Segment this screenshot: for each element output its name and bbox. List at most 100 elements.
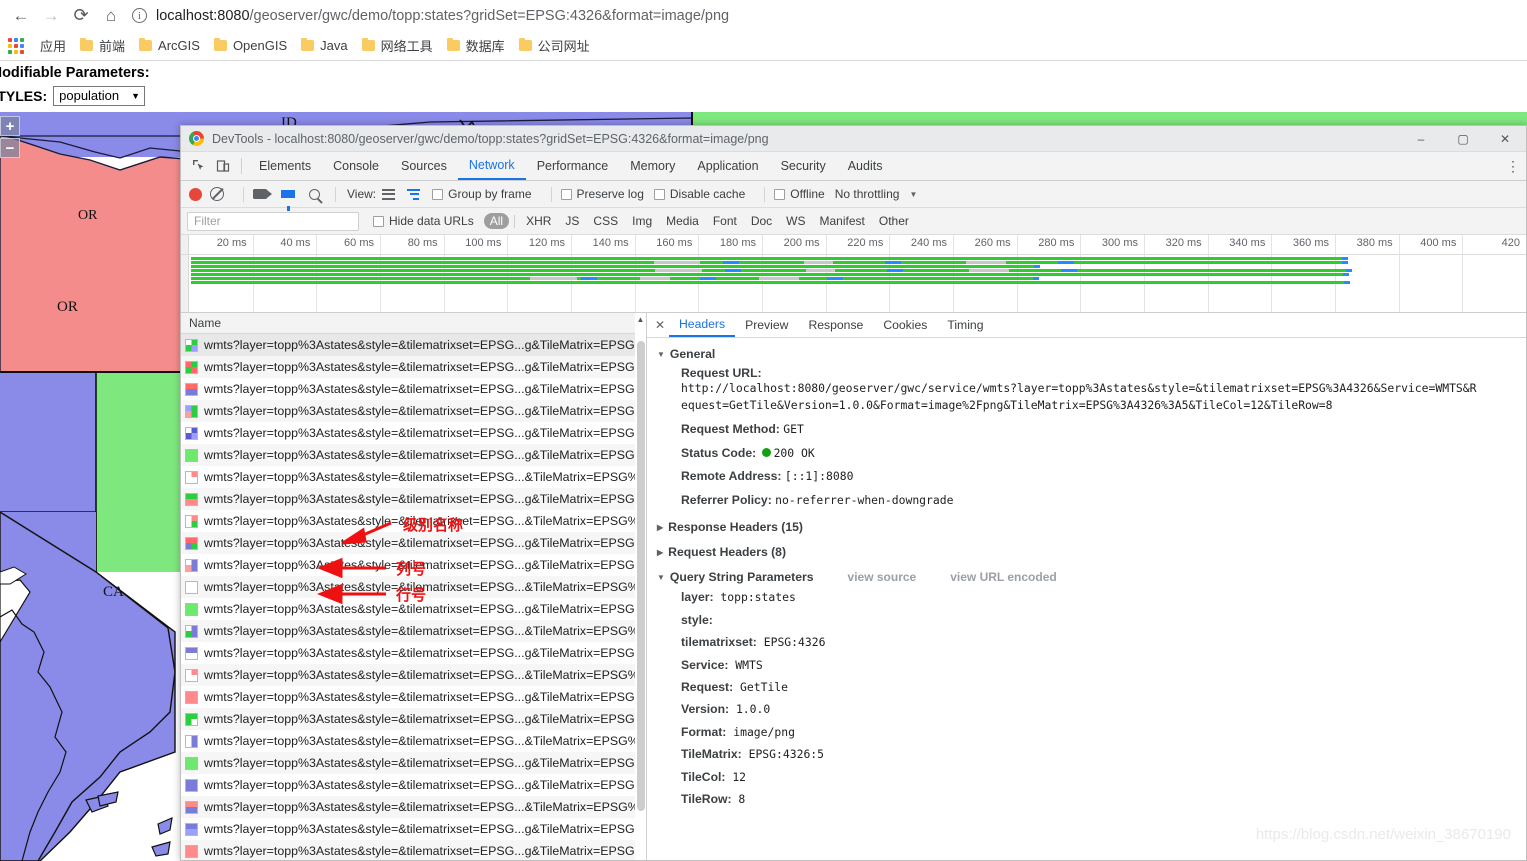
close-button[interactable]: ✕: [1484, 126, 1526, 152]
bookmark-apps[interactable]: 应用: [33, 34, 73, 58]
type-filter-js[interactable]: JS: [559, 213, 585, 229]
tab-sources[interactable]: Sources: [390, 152, 458, 180]
table-row[interactable]: wmts?layer=topp%3Astates&style=&tilematr…: [181, 730, 646, 752]
type-filter-ws[interactable]: WS: [780, 213, 811, 229]
type-filter-img[interactable]: Img: [626, 213, 658, 229]
tab-console[interactable]: Console: [322, 152, 390, 180]
bookmark-database[interactable]: 数据库: [440, 34, 512, 58]
tab-security[interactable]: Security: [770, 152, 837, 180]
throttling-select[interactable]: No throttling▼: [835, 187, 918, 201]
view-url-encoded-link[interactable]: view URL encoded: [950, 570, 1056, 584]
table-row[interactable]: wmts?layer=topp%3Astates&style=&tilematr…: [181, 444, 646, 466]
table-row[interactable]: wmts?layer=topp%3Astates&style=&tilematr…: [181, 840, 646, 860]
tab-network[interactable]: Network: [458, 152, 526, 180]
inspect-cursor-icon[interactable]: [187, 154, 211, 178]
disable-cache-checkbox[interactable]: Disable cache: [654, 187, 745, 201]
query-string-section[interactable]: ▼ Query String Parameters view source vi…: [657, 570, 1526, 584]
search-icon[interactable]: [309, 189, 320, 200]
bookmark-company-site[interactable]: 公司网址: [512, 34, 597, 58]
table-row[interactable]: wmts?layer=topp%3Astates&style=&tilematr…: [181, 774, 646, 796]
detail-tab-cookies[interactable]: Cookies: [873, 313, 937, 337]
type-filter-other[interactable]: Other: [873, 213, 915, 229]
type-filter-css[interactable]: CSS: [587, 213, 624, 229]
waterfall-view-icon[interactable]: [407, 189, 420, 200]
maximize-button[interactable]: ▢: [1442, 126, 1484, 152]
request-headers-section[interactable]: ▶ Request Headers (8): [657, 545, 1526, 559]
list-view-icon[interactable]: [382, 189, 395, 200]
table-row[interactable]: wmts?layer=topp%3Astates&style=&tilematr…: [181, 466, 646, 488]
table-row[interactable]: wmts?layer=topp%3Astates&style=&tilematr…: [181, 400, 646, 422]
type-filter-media[interactable]: Media: [660, 213, 705, 229]
detail-tab-response[interactable]: Response: [798, 313, 873, 337]
device-toggle-icon[interactable]: [211, 154, 235, 178]
detail-tab-headers[interactable]: Headers: [669, 313, 735, 337]
tile-thumbnail-lower: [186, 455, 197, 461]
home-icon[interactable]: ⌂: [96, 1, 126, 31]
camera-icon[interactable]: [253, 189, 267, 199]
table-row[interactable]: wmts?layer=topp%3Astates&style=&tilematr…: [181, 620, 646, 642]
view-source-link[interactable]: view source: [848, 570, 917, 584]
scrollbar-thumb[interactable]: [637, 341, 645, 811]
map-zoom-controls[interactable]: + −: [0, 116, 22, 160]
table-row[interactable]: wmts?layer=topp%3Astates&style=&tilematr…: [181, 686, 646, 708]
type-filter-xhr[interactable]: XHR: [520, 213, 557, 229]
minimize-button[interactable]: –: [1400, 126, 1442, 152]
type-filter-font[interactable]: Font: [707, 213, 743, 229]
group-by-frame-checkbox[interactable]: Group by frame: [432, 187, 531, 201]
type-filter-all[interactable]: All: [484, 213, 509, 229]
funnel-icon[interactable]: [281, 190, 295, 198]
table-row[interactable]: wmts?layer=topp%3Astates&style=&tilematr…: [181, 708, 646, 730]
zoom-in-button[interactable]: +: [0, 116, 20, 136]
preserve-log-checkbox[interactable]: Preserve log: [561, 187, 644, 201]
tab-elements[interactable]: Elements: [248, 152, 322, 180]
table-row[interactable]: wmts?layer=topp%3Astates&style=&tilematr…: [181, 818, 646, 840]
bookmark-frontend[interactable]: 前端: [73, 34, 132, 58]
detail-tab-timing[interactable]: Timing: [937, 313, 993, 337]
offline-checkbox[interactable]: Offline: [774, 187, 824, 201]
query-string-params-list: layer: topp:statesstyle:tilematrixset: E…: [657, 589, 1526, 808]
tile-thumbnail-lower: [186, 411, 197, 417]
table-row[interactable]: wmts?layer=topp%3Astates&style=&tilematr…: [181, 334, 646, 356]
back-arrow-icon[interactable]: ←: [6, 1, 36, 31]
request-list-scrollbar[interactable]: ▲: [635, 313, 646, 860]
tile-thumbnail-icon: [185, 361, 198, 374]
table-row[interactable]: wmts?layer=topp%3Astates&style=&tilematr…: [181, 796, 646, 818]
bookmark-java[interactable]: Java: [294, 34, 354, 58]
close-icon[interactable]: ✕: [651, 315, 669, 335]
scroll-up-icon[interactable]: ▲: [635, 313, 646, 326]
tile-thumbnail-lower: [186, 543, 197, 549]
table-row[interactable]: wmts?layer=topp%3Astates&style=&tilematr…: [181, 664, 646, 686]
table-row[interactable]: wmts?layer=topp%3Astates&style=&tilematr…: [181, 642, 646, 664]
bookmark-opengis[interactable]: OpenGIS: [207, 34, 294, 58]
table-row[interactable]: wmts?layer=topp%3Astates&style=&tilematr…: [181, 378, 646, 400]
tab-memory[interactable]: Memory: [619, 152, 686, 180]
general-section-header[interactable]: ▼ General: [657, 347, 1526, 361]
table-row[interactable]: wmts?layer=topp%3Astates&style=&tilematr…: [181, 532, 646, 554]
filter-input[interactable]: Filter: [187, 212, 359, 231]
bookmark-network-tools[interactable]: 网络工具: [355, 34, 440, 58]
type-filter-manifest[interactable]: Manifest: [814, 213, 871, 229]
hide-data-urls-checkbox[interactable]: Hide data URLs: [373, 214, 474, 228]
styles-select[interactable]: population ▼: [53, 86, 145, 106]
table-row[interactable]: wmts?layer=topp%3Astates&style=&tilematr…: [181, 488, 646, 510]
more-options-icon[interactable]: ⋮: [1500, 152, 1526, 180]
address-bar[interactable]: i localhost:8080/geoserver/gwc/demo/topp…: [132, 3, 1515, 29]
table-row[interactable]: wmts?layer=topp%3Astates&style=&tilematr…: [181, 356, 646, 378]
clear-button[interactable]: [210, 187, 224, 201]
tab-performance[interactable]: Performance: [526, 152, 620, 180]
table-row[interactable]: wmts?layer=topp%3Astates&style=&tilematr…: [181, 422, 646, 444]
tab-audits[interactable]: Audits: [837, 152, 894, 180]
network-overview-timeline[interactable]: 20 ms40 ms60 ms80 ms100 ms120 ms140 ms16…: [181, 235, 1526, 313]
tab-application[interactable]: Application: [686, 152, 769, 180]
site-info-icon[interactable]: i: [132, 8, 147, 23]
reload-icon[interactable]: ⟳: [66, 1, 96, 31]
request-column-header[interactable]: Name: [181, 313, 646, 334]
zoom-out-button[interactable]: −: [0, 138, 20, 158]
response-headers-section[interactable]: ▶ Response Headers (15): [657, 520, 1526, 534]
type-filter-doc[interactable]: Doc: [745, 213, 778, 229]
bookmark-arcgis[interactable]: ArcGIS: [132, 34, 207, 58]
apps-grid-icon[interactable]: [7, 37, 25, 55]
table-row[interactable]: wmts?layer=topp%3Astates&style=&tilematr…: [181, 752, 646, 774]
record-button[interactable]: [189, 188, 202, 201]
detail-tab-preview[interactable]: Preview: [735, 313, 798, 337]
